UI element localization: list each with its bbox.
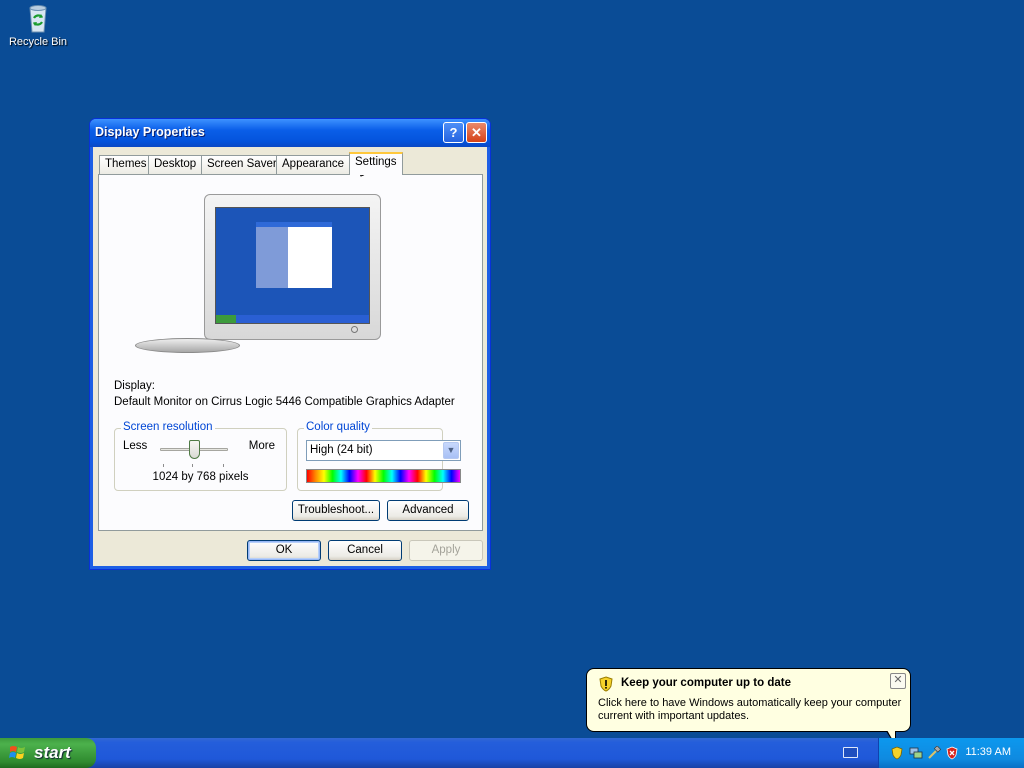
balloon-message: Click here to have Windows automatically… (598, 697, 902, 722)
monitor-preview (204, 194, 381, 340)
preview-window-thumbnail (256, 222, 332, 288)
resolution-slider-thumb[interactable] (188, 440, 200, 459)
settings-panel: Display: Default Monitor on Cirrus Logic… (98, 174, 483, 531)
update-icon[interactable] (927, 746, 941, 760)
security-center-icon[interactable] (945, 746, 959, 760)
slider-tick (223, 464, 224, 467)
monitor-screen (215, 207, 370, 324)
security-shield-icon (599, 676, 613, 692)
tab-settings[interactable]: Settings (349, 152, 403, 175)
security-shield-icon[interactable] (890, 746, 904, 760)
recycle-bin-desktop-icon[interactable]: Recycle Bin (4, 2, 72, 48)
color-quality-group: Color quality High (24 bit) ▼ (297, 421, 461, 491)
system-tray: 11:39 AM (878, 738, 1024, 768)
color-quality-legend: Color quality (304, 421, 372, 433)
chevron-down-icon[interactable]: ▼ (443, 442, 459, 459)
title-bar[interactable]: Display Properties ? ✕ (90, 119, 490, 147)
apply-button[interactable]: Apply (409, 540, 483, 561)
keyboard-language-icon[interactable] (843, 747, 858, 758)
ok-button[interactable]: OK (247, 540, 321, 561)
close-button[interactable]: ✕ (466, 122, 487, 143)
resolution-less-label: Less (123, 440, 148, 452)
preview-taskbar (216, 315, 369, 323)
tab-desktop[interactable]: Desktop (148, 155, 203, 174)
color-quality-value: High (24 bit) (310, 444, 373, 456)
recycle-bin-icon (29, 5, 47, 33)
tab-appearance[interactable]: Appearance (276, 155, 351, 174)
network-icon[interactable] (909, 746, 923, 760)
monitor-stand (135, 338, 240, 353)
recycle-bin-label: Recycle Bin (8, 36, 68, 48)
troubleshoot-button[interactable]: Troubleshoot... (292, 500, 380, 521)
window-title: Display Properties (95, 125, 205, 139)
window-body: Themes Desktop Screen Saver Appearance S… (93, 147, 487, 566)
display-adapter-value: Default Monitor on Cirrus Logic 5446 Com… (114, 396, 455, 408)
start-button[interactable]: start (0, 738, 96, 768)
cancel-button[interactable]: Cancel (328, 540, 402, 561)
slider-tick (192, 464, 193, 467)
monitor-case (204, 194, 381, 340)
clock[interactable]: 11:39 AM (965, 746, 1011, 758)
color-quality-select[interactable]: High (24 bit) ▼ (306, 440, 461, 461)
resolution-more-label: More (248, 440, 275, 452)
tab-screen-saver[interactable]: Screen Saver (201, 155, 283, 174)
windows-logo-icon (9, 746, 25, 759)
display-properties-window: Display Properties ? ✕ Themes Desktop Sc… (89, 118, 491, 570)
resolution-value: 1024 by 768 pixels (152, 471, 249, 483)
color-spectrum-bar (306, 469, 461, 483)
advanced-button[interactable]: Advanced (387, 500, 469, 521)
taskbar: start 11:39 AM (0, 738, 1024, 768)
start-label: start (34, 743, 71, 762)
display-label: Display: (114, 380, 155, 392)
balloon-title: Keep your computer up to date (621, 677, 791, 689)
slider-tick (163, 464, 164, 467)
screen-resolution-legend: Screen resolution (121, 421, 215, 433)
balloon-close-button[interactable]: ✕ (890, 673, 906, 689)
monitor-power-button (351, 326, 358, 333)
update-notification-balloon[interactable]: Keep your computer up to date ✕ Click he… (586, 668, 911, 732)
screen-resolution-group: Screen resolution Less More 1024 by 768 … (114, 421, 287, 491)
help-button[interactable]: ? (443, 122, 464, 143)
tab-themes[interactable]: Themes (99, 155, 153, 174)
